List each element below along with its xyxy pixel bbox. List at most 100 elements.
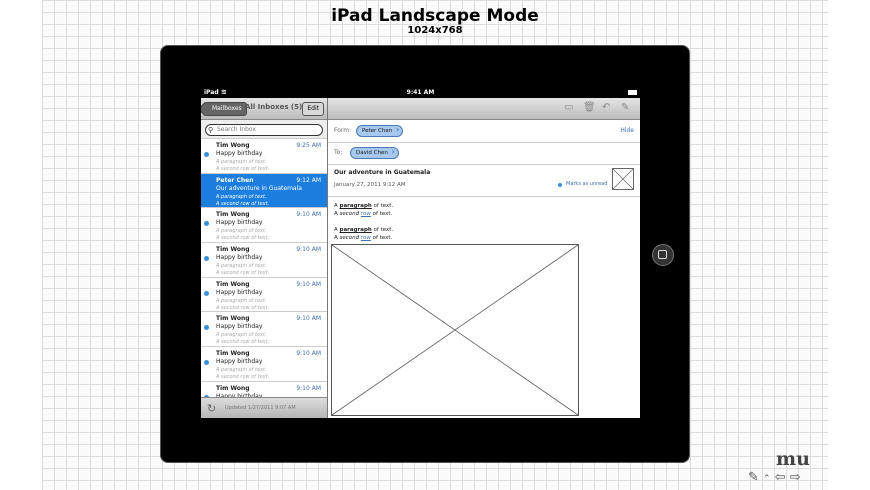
mail-preview-line: A second row of text. bbox=[216, 374, 270, 381]
mail-subject: Our adventure in Guatemala bbox=[216, 184, 302, 192]
mail-list-item[interactable]: Tim Wong 9:10 AM Happy birthdayA paragraph… bbox=[201, 312, 327, 348]
unread-dot-icon bbox=[204, 152, 209, 157]
row-link[interactable]: row bbox=[361, 235, 371, 241]
status-time: 9:41 AM bbox=[406, 89, 435, 96]
mail-preview-line: A paragraph of text. bbox=[216, 159, 267, 165]
mail-subject: Happy birthday bbox=[216, 254, 263, 262]
mail-time: 9:12 AM bbox=[296, 176, 321, 184]
message-date: January 27, 2011 9:12 AM bbox=[334, 182, 406, 188]
mail-subject: Happy birthday bbox=[216, 323, 263, 331]
reply-icon[interactable]: ↶ bbox=[602, 102, 610, 113]
unread-dot-icon bbox=[204, 256, 209, 262]
mail-sender: Tim Wong bbox=[216, 211, 250, 219]
trash-icon[interactable]: 🗑 bbox=[583, 102, 596, 113]
mail-list-pane: Mailboxes All Inboxes (5) Edit ⚲ Search … bbox=[201, 98, 328, 418]
ipad-screen: iPad ≋ 9:41 AM Mailboxes All Inboxes (5)… bbox=[201, 88, 640, 418]
mail-subject: Happy birthday bbox=[216, 358, 263, 366]
body-paragraph-1: A paragraph of text. A second row of tex… bbox=[334, 203, 394, 217]
mail-subject: Happy birthday bbox=[216, 288, 263, 296]
mail-preview-line: A second row of text. bbox=[216, 304, 270, 311]
unread-dot-icon bbox=[204, 360, 209, 366]
mail-subject: Happy birthday bbox=[216, 219, 263, 227]
message-pane: ▭ 🗑 ↶ ✎ Form: Peter Chen Hide To: David … bbox=[328, 98, 640, 418]
unread-dot-icon bbox=[558, 183, 562, 187]
mail-list: Tim Wong 9:25 AM Happy birthday A paragraph… bbox=[201, 139, 327, 397]
mark-unread-link[interactable]: Marks as unread bbox=[566, 181, 607, 187]
mail-preview-line: A paragraph of text. bbox=[216, 228, 267, 235]
brand-logo: mu bbox=[776, 448, 810, 470]
battery-icon bbox=[628, 90, 637, 95]
mailboxes-back-label: Mailboxes bbox=[212, 105, 242, 112]
forward-arrow-icon[interactable]: ⇨ bbox=[790, 470, 801, 485]
status-bar: iPad ≋ 9:41 AM bbox=[201, 88, 640, 98]
mailboxes-back-button[interactable]: Mailboxes bbox=[204, 102, 247, 116]
mail-sender: Peter Chen bbox=[216, 176, 254, 184]
message-header: Our adventure in Guatemala January 27, 2… bbox=[328, 164, 640, 197]
mail-preview-line: A paragraph of text. bbox=[216, 367, 267, 374]
updated-status: Updated 1/27/2011 9:07 AM bbox=[225, 405, 296, 411]
mail-time: 9:25 AM bbox=[296, 142, 321, 149]
mail-preview-line: A second row of text. bbox=[216, 166, 270, 172]
compose-icon[interactable]: ✎ bbox=[621, 102, 629, 113]
mail-sender: Tim Wong bbox=[216, 142, 250, 149]
unread-dot-icon bbox=[204, 221, 209, 227]
image-placeholder bbox=[331, 244, 579, 416]
mail-time: 9:10 AM bbox=[296, 315, 321, 323]
folder-icon[interactable]: ▭ bbox=[564, 102, 573, 113]
search-input[interactable]: ⚲ Search Inbox bbox=[205, 124, 323, 136]
mail-list-item[interactable]: Tim Wong 9:10 AM Happy birthdayA paragraph… bbox=[201, 277, 327, 313]
collapse-icon[interactable]: ⌃ bbox=[763, 474, 771, 484]
mail-list-item[interactable]: Peter Chen 9:12 AM Our adventure in Guatem… bbox=[201, 173, 327, 209]
pencil-icon[interactable]: ✎ bbox=[748, 470, 759, 485]
mail-sender: Tim Wong bbox=[216, 246, 250, 254]
mail-list-item[interactable]: Tim Wong 9:10 AM Happy birthdayA paragraph… bbox=[201, 347, 327, 382]
from-contact-chip[interactable]: Peter Chen bbox=[356, 125, 404, 137]
mail-sender: Tim Wong bbox=[216, 350, 250, 358]
mail-preview-line: A paragraph of text. bbox=[216, 193, 267, 200]
body-paragraph-2: A paragraph of text. A second row of tex… bbox=[334, 227, 394, 241]
mail-preview-line: A second row of text. bbox=[216, 339, 270, 346]
canvas-tools: ✎ ⌃ ⇦ ⇨ bbox=[748, 470, 801, 485]
mail-sender: Tim Wong bbox=[216, 280, 250, 288]
message-subject: Our adventure in Guatemala bbox=[334, 169, 431, 176]
mail-list-item[interactable]: Tim Wong9:10 AMHappy birthdayA paragraph… bbox=[201, 381, 327, 397]
mail-subject: Happy birthday bbox=[216, 150, 263, 157]
to-label: To: bbox=[334, 149, 343, 156]
refresh-icon[interactable]: ↻ bbox=[207, 402, 216, 415]
mail-time: 9:10 AM bbox=[296, 211, 321, 219]
mail-list-item[interactable]: Tim Wong 9:10 AM Happy birthdayA paragraph… bbox=[201, 208, 327, 244]
mail-sender: Tim Wong bbox=[216, 384, 250, 392]
inbox-title: All Inboxes (5) bbox=[245, 103, 303, 111]
page-subtitle: 1024x768 bbox=[407, 25, 463, 36]
mail-preview-line: A second row of text. bbox=[216, 270, 270, 277]
mail-preview-line: A paragraph of text. bbox=[216, 332, 267, 339]
home-button[interactable] bbox=[652, 244, 674, 266]
search-bar: ⚲ Search Inbox bbox=[201, 120, 327, 139]
to-contact-chip[interactable]: David Chen bbox=[350, 147, 399, 159]
mail-list-item[interactable]: Tim Wong9:10 AMHappy birthdayA paragraph… bbox=[201, 243, 327, 278]
from-label: Form: bbox=[334, 127, 352, 134]
search-icon: ⚲ bbox=[208, 126, 214, 134]
search-placeholder: Search Inbox bbox=[217, 126, 256, 133]
mail-time: 9:10 AM bbox=[296, 280, 321, 288]
from-row: Form: Peter Chen Hide bbox=[328, 120, 640, 143]
message-toolbar: ▭ 🗑 ↶ ✎ bbox=[328, 98, 640, 120]
mail-list-item[interactable]: Tim Wong 9:25 AM Happy birthday A paragraph… bbox=[201, 139, 327, 174]
mail-preview-line: A second row of text. bbox=[216, 235, 270, 242]
to-row: To: David Chen bbox=[328, 142, 640, 165]
page-title: iPad Landscape Mode bbox=[331, 6, 539, 26]
mail-time: 9:10 AM bbox=[296, 384, 321, 392]
edit-button[interactable]: Edit bbox=[302, 102, 324, 116]
left-footer: ↻ Updated 1/27/2011 9:07 AM bbox=[201, 397, 327, 418]
back-arrow-icon[interactable]: ⇦ bbox=[775, 470, 786, 485]
mail-preview-line: A paragraph of text. bbox=[216, 297, 267, 304]
row-link[interactable]: row bbox=[361, 211, 371, 217]
mail-preview-line: A second row of text. bbox=[216, 200, 270, 207]
mail-time: 9:10 AM bbox=[296, 246, 321, 254]
unread-dot-icon bbox=[204, 325, 209, 331]
mail-sender: Tim Wong bbox=[216, 315, 250, 323]
attachment-thumbnail[interactable] bbox=[612, 168, 634, 190]
hide-link[interactable]: Hide bbox=[620, 127, 634, 134]
mail-time: 9:10 AM bbox=[296, 350, 321, 358]
left-navbar: Mailboxes All Inboxes (5) Edit bbox=[201, 98, 327, 120]
